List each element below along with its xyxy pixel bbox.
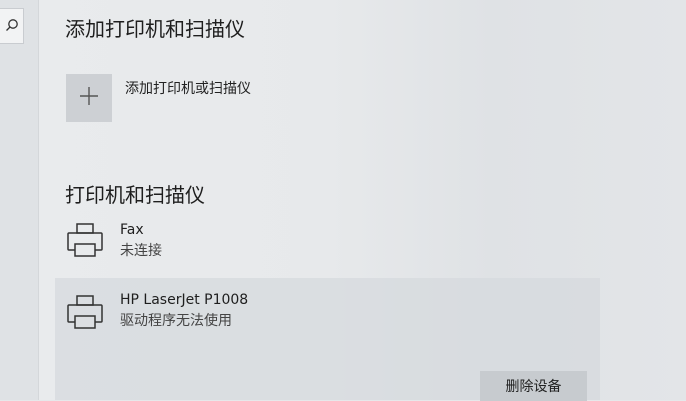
search-icon [5, 17, 19, 36]
device-item-fax[interactable]: Fax 未连接 [55, 220, 600, 270]
add-printer-label: 添加打印机或扫描仪 [125, 81, 251, 97]
device-name: Fax [120, 222, 144, 238]
remove-device-button[interactable]: 删除设备 [480, 371, 587, 401]
device-status: 驱动程序无法使用 [120, 313, 232, 329]
search-button[interactable] [0, 8, 24, 44]
device-status: 未连接 [120, 243, 162, 259]
plus-icon [79, 86, 99, 110]
add-section-title: 添加打印机和扫描仪 [65, 17, 245, 41]
add-tile[interactable] [66, 74, 112, 122]
printer-icon [65, 220, 105, 260]
add-printer-or-scanner-button[interactable]: 添加打印机或扫描仪 [66, 74, 251, 122]
settings-main-panel: 添加打印机和扫描仪 添加打印机或扫描仪 打印机和扫描仪 Fax 未连接 HP L… [39, 0, 686, 401]
navigation-strip [0, 0, 39, 400]
device-name: HP LaserJet P1008 [120, 292, 249, 308]
devices-section-title: 打印机和扫描仪 [65, 183, 205, 207]
printer-icon [65, 292, 105, 332]
